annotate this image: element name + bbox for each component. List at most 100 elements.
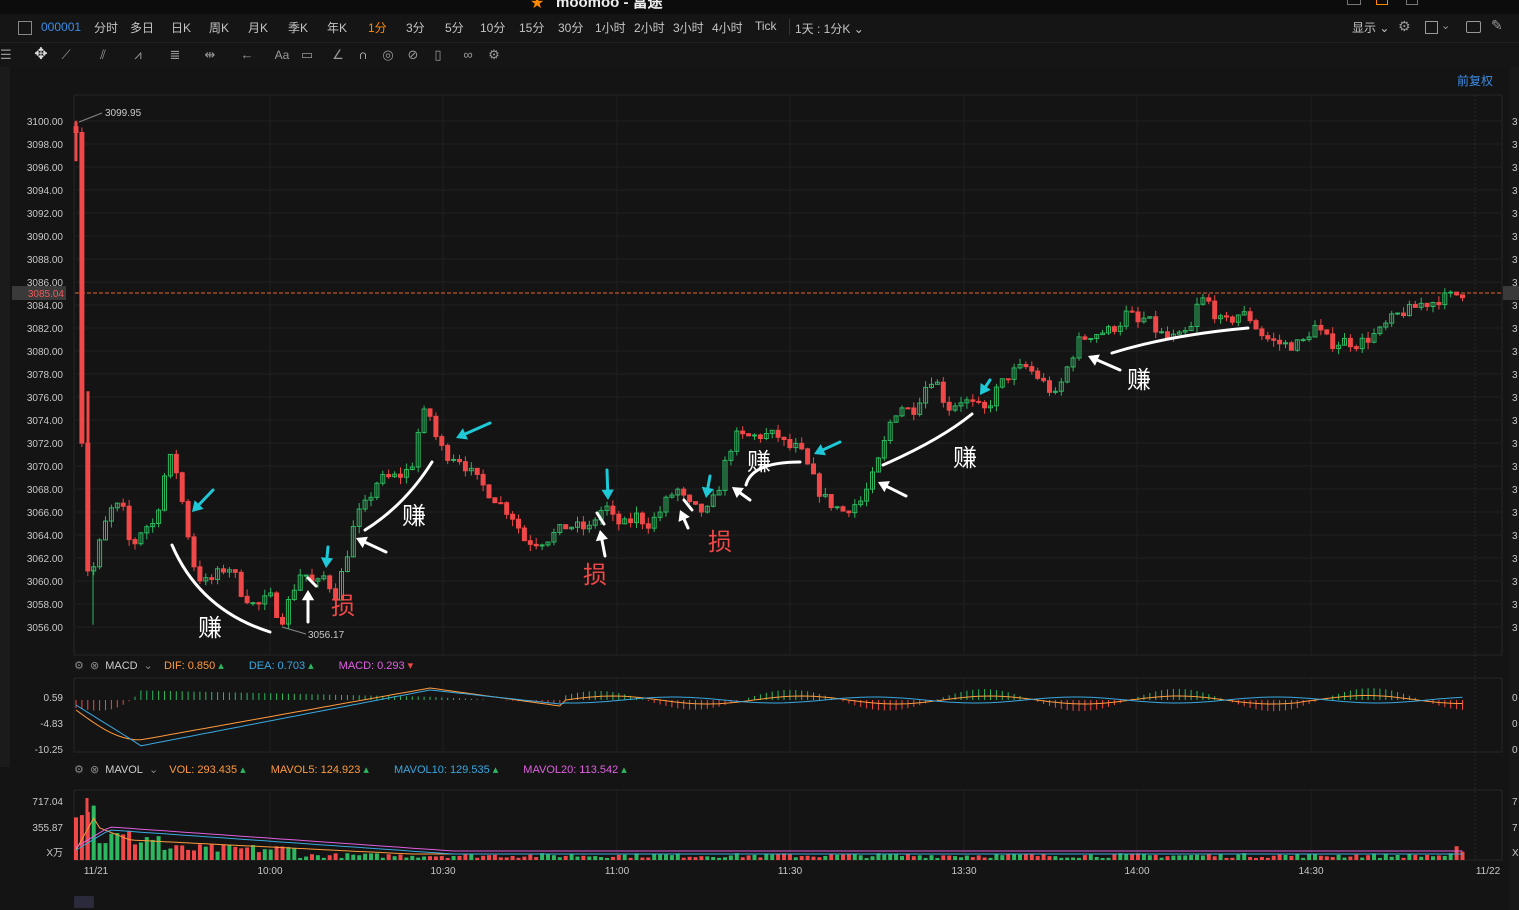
profit-annotation: 赚 bbox=[953, 445, 977, 472]
volume-bar bbox=[286, 847, 291, 860]
right-volume-axis-tick: 7 bbox=[1512, 797, 1518, 808]
macd-axis-tick: 0.59 bbox=[44, 693, 64, 704]
volume-bar bbox=[481, 855, 486, 860]
white-arrow-icon bbox=[301, 590, 315, 624]
price-tick: 3062.00 bbox=[27, 554, 64, 565]
volume-bar bbox=[510, 855, 515, 860]
candle-body bbox=[1318, 324, 1324, 331]
time-tick: 14:00 bbox=[1124, 866, 1149, 877]
volume-bar bbox=[487, 855, 491, 860]
volume-bar bbox=[1212, 856, 1217, 860]
volume-bar bbox=[498, 857, 503, 860]
right-price-tick: 3 bbox=[1512, 554, 1518, 565]
macd-axis-tick: -4.83 bbox=[40, 719, 63, 730]
volume-bar bbox=[1200, 855, 1205, 860]
volume-bar bbox=[681, 857, 686, 860]
candle-body bbox=[445, 444, 451, 461]
volume-bar bbox=[1230, 857, 1235, 860]
candle-body bbox=[752, 434, 757, 437]
candle-body bbox=[681, 488, 687, 496]
white-arrow-icon bbox=[1088, 354, 1122, 372]
volume-bar bbox=[658, 854, 663, 860]
time-tick: 10:00 bbox=[257, 866, 282, 877]
price-tick: 3066.00 bbox=[27, 508, 64, 519]
volume-bar bbox=[1460, 851, 1465, 860]
kline-chart[interactable]: 3100.00 3 3098.00 3 3096.00 3 3094.00 3 3092.00 3… bbox=[0, 0, 1519, 910]
volume-bar bbox=[1047, 856, 1052, 860]
arrow-head bbox=[595, 530, 609, 542]
price-tick: 3084.00 bbox=[27, 301, 64, 312]
candle-body bbox=[197, 566, 203, 582]
candle-body bbox=[1300, 339, 1306, 342]
volume-bar bbox=[1348, 856, 1353, 860]
volume-bar bbox=[1124, 853, 1129, 860]
right-macd-axis-tick: 0 bbox=[1512, 745, 1518, 756]
volume-bar bbox=[852, 853, 857, 860]
volume-bar bbox=[1324, 856, 1329, 860]
volume-bar bbox=[557, 857, 562, 860]
candle-body bbox=[846, 510, 852, 514]
volume-bar bbox=[174, 845, 179, 860]
volume-bar bbox=[150, 839, 155, 860]
candle-body bbox=[1041, 377, 1047, 382]
white-arrow-icon bbox=[595, 530, 609, 558]
candle-body bbox=[386, 474, 392, 478]
macd-chart: 0.59 -4.83 -10.25 0 0 0 bbox=[35, 687, 1518, 756]
candle-body bbox=[905, 407, 911, 410]
volume-bar bbox=[115, 832, 120, 860]
candle-body bbox=[303, 574, 309, 577]
candle-body bbox=[1229, 316, 1235, 323]
low-label: 3056.17 bbox=[308, 630, 345, 641]
candle-body bbox=[510, 513, 516, 520]
volume-bar bbox=[457, 855, 462, 860]
candle-body bbox=[1111, 326, 1117, 332]
candle-body bbox=[1224, 315, 1229, 318]
arrow-shaft bbox=[738, 491, 752, 502]
dif-line bbox=[75, 687, 1463, 741]
candle-body bbox=[126, 505, 132, 541]
loss-annotation: 损 bbox=[708, 529, 732, 556]
scroll-handle[interactable] bbox=[74, 896, 94, 908]
volume-bar bbox=[888, 854, 893, 860]
volume-bar bbox=[433, 856, 438, 860]
volume-bar bbox=[917, 855, 922, 860]
volume-bar bbox=[97, 843, 102, 860]
volume-bar bbox=[516, 857, 521, 860]
volume-bar bbox=[982, 857, 987, 860]
volume-bar bbox=[829, 854, 834, 860]
arrow-shaft bbox=[706, 474, 712, 490]
volume-bar bbox=[351, 854, 356, 860]
volume-bar bbox=[1342, 857, 1347, 860]
candle-body bbox=[940, 381, 946, 403]
volume-bar bbox=[1236, 854, 1241, 860]
volume-bar bbox=[935, 857, 940, 860]
price-tick: 3068.00 bbox=[27, 485, 64, 496]
candle-body bbox=[1265, 335, 1271, 340]
volume-bar bbox=[664, 854, 668, 860]
volume-bar bbox=[1330, 856, 1335, 860]
cyan-arrow-icon bbox=[192, 488, 215, 512]
arrow-shaft bbox=[984, 378, 992, 389]
candle-body bbox=[539, 544, 545, 547]
right-price-tick: 3 bbox=[1512, 485, 1518, 496]
volume-axis-tick: 355.87 bbox=[32, 823, 63, 834]
candle-body bbox=[250, 602, 256, 605]
candle-body bbox=[1088, 337, 1094, 340]
volume-bar bbox=[1442, 855, 1447, 860]
volume-bar bbox=[947, 855, 952, 860]
volume-bar bbox=[1189, 855, 1194, 860]
volume-bar bbox=[628, 857, 633, 860]
volume-bar bbox=[841, 854, 845, 860]
candle-body bbox=[238, 571, 244, 597]
volume-bar bbox=[551, 855, 556, 860]
volume-bar bbox=[522, 856, 527, 860]
volume-bar bbox=[1431, 856, 1435, 860]
arrow-head bbox=[320, 557, 334, 568]
candle-body bbox=[610, 505, 616, 515]
candle-body bbox=[775, 429, 781, 438]
volume-bar bbox=[976, 855, 981, 860]
volume-bar bbox=[605, 857, 609, 860]
right-macd-axis-tick: 0 bbox=[1512, 719, 1518, 730]
candle-body bbox=[480, 473, 486, 486]
right-price-tick: 3 bbox=[1512, 301, 1518, 312]
